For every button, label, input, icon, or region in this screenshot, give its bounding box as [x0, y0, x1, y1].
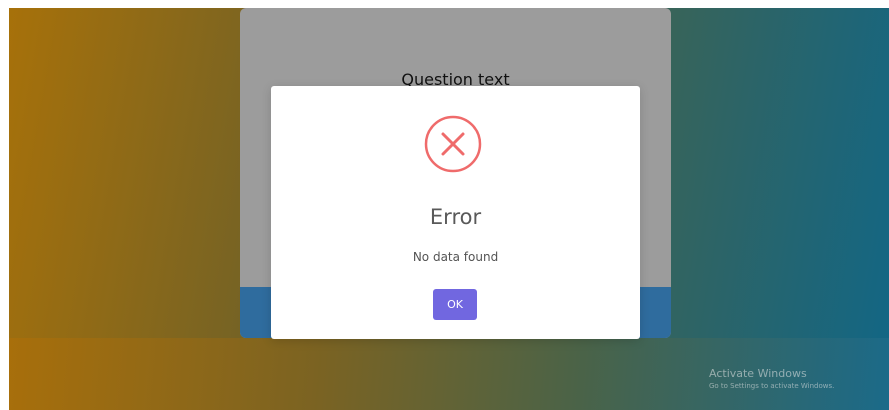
ok-button[interactable]: OK	[433, 289, 477, 320]
dialog-message: No data found	[412, 250, 499, 264]
dialog-title: Error	[429, 205, 482, 229]
page: Question text Error No data found OK Act…	[0, 0, 889, 410]
watermark-title: Activate Windows	[709, 367, 807, 380]
activate-windows-watermark: Activate Windows Go to Settings to activ…	[709, 367, 834, 391]
watermark-subtitle: Go to Settings to activate Windows.	[709, 382, 835, 390]
error-x-circle-icon	[424, 115, 482, 173]
error-dialog: Error No data found OK	[271, 86, 640, 339]
